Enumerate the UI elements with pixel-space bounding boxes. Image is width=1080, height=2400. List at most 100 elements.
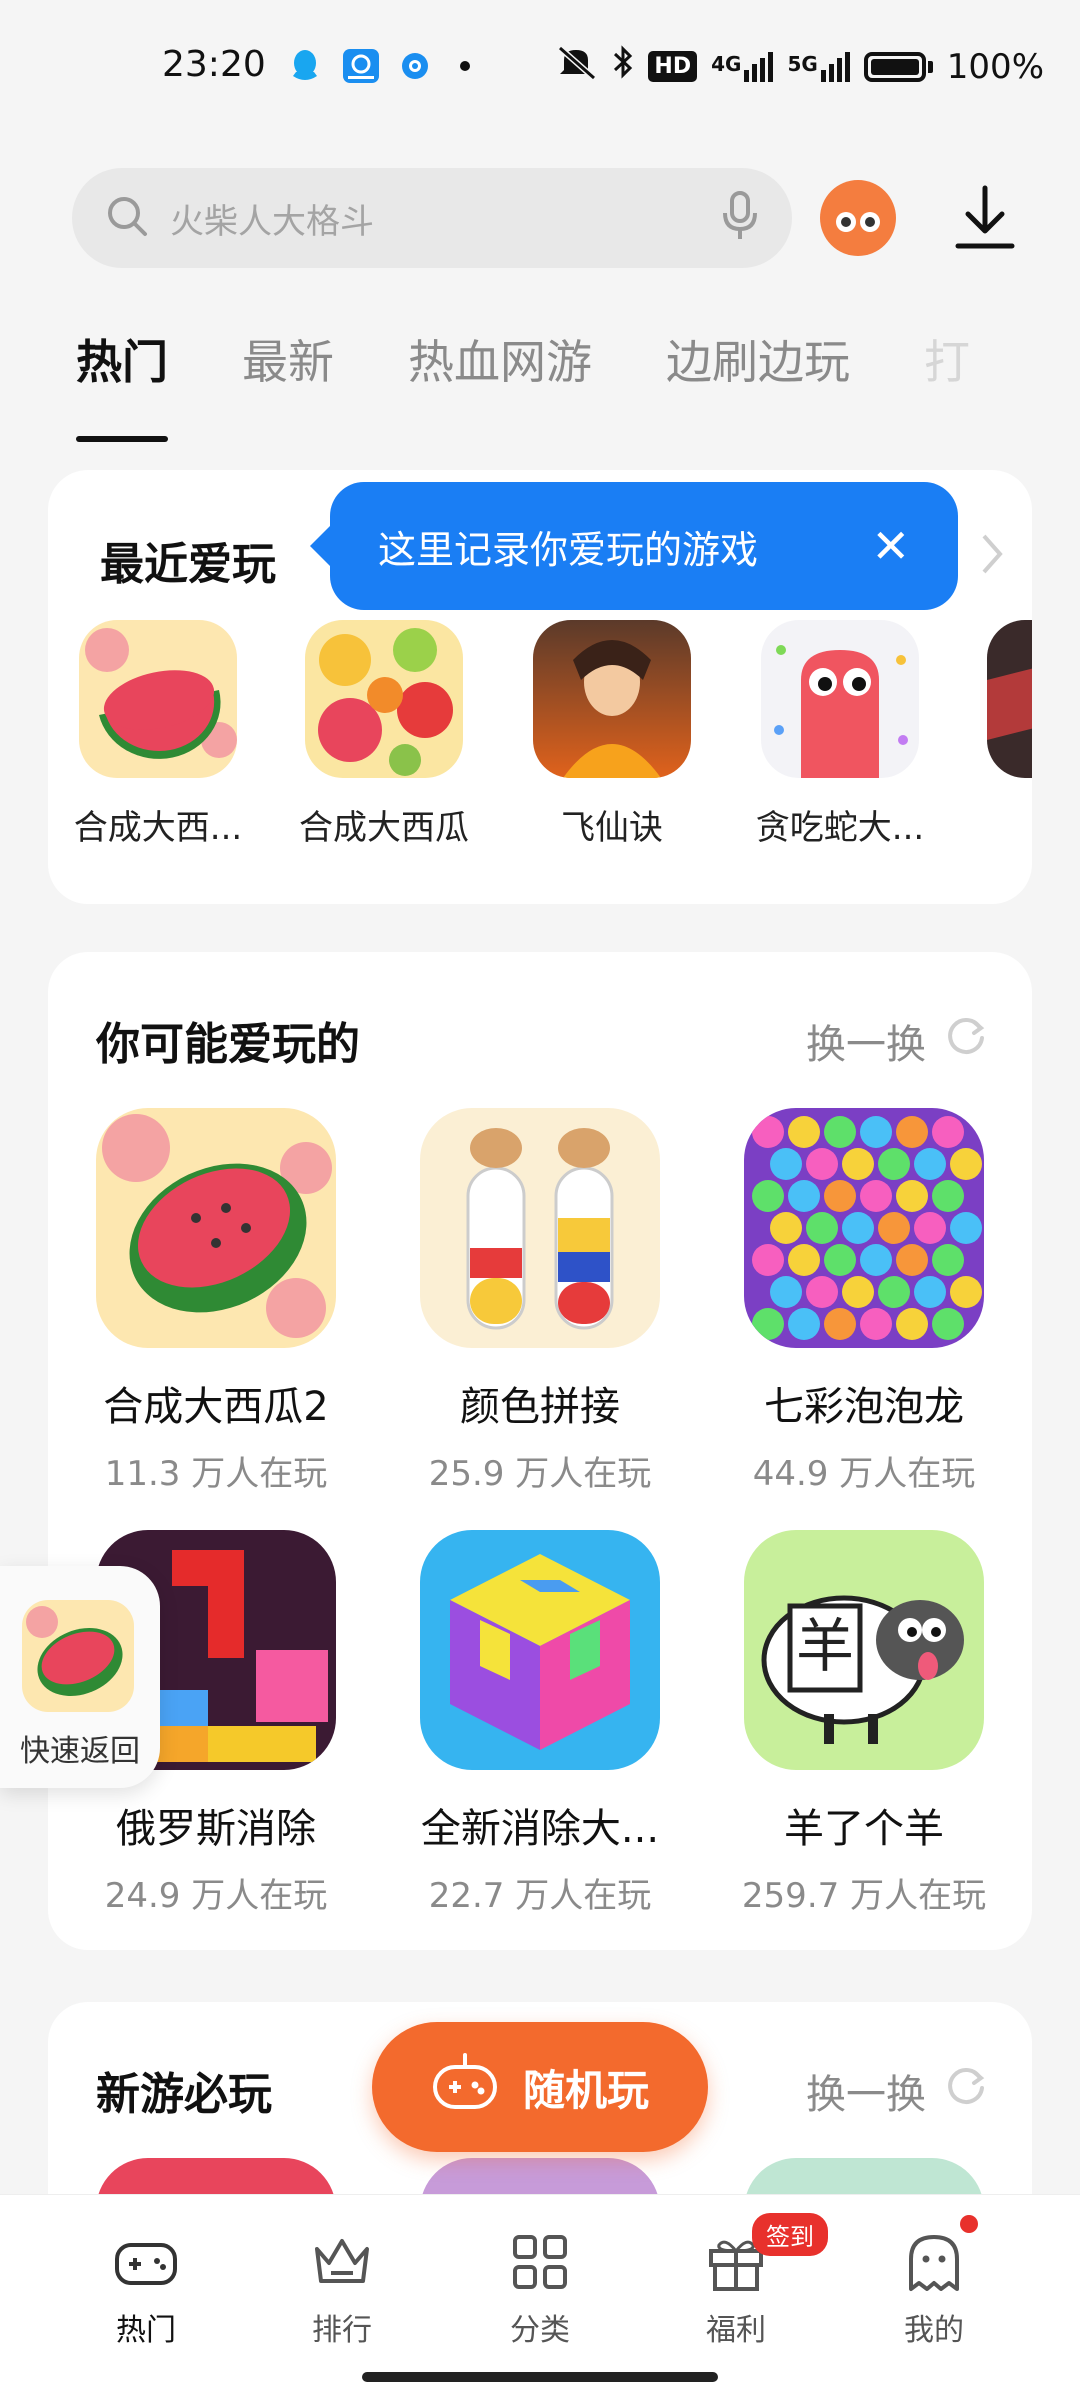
recent-item-label: 合成大西... <box>73 808 243 848</box>
tab-casual[interactable]: 边刷边玩 <box>666 326 850 392</box>
recent-item-label: 合成大西瓜 <box>299 808 469 848</box>
recent-item[interactable]: 合成大西... <box>58 620 258 849</box>
mute-icon <box>556 44 598 89</box>
recent-item-label: 剑 <box>966 800 1032 849</box>
hd-icon: HD <box>648 51 698 82</box>
notification-dot <box>960 2215 978 2233</box>
battery-percent: 100% <box>946 46 1044 87</box>
game-name: 颜色拼接 <box>460 1384 620 1430</box>
network-4g-label: 4G <box>711 51 742 76</box>
tooltip-text: 这里记录你爱玩的游戏 <box>378 527 759 572</box>
nav-profile[interactable]: 我的 <box>864 2227 1004 2349</box>
recommend-card: 你可能爱玩的 换一换 合成大西瓜2 11.3 万人在玩 颜色拼接 25.9 万人… <box>48 952 1032 1950</box>
tab-newest[interactable]: 最新 <box>242 326 334 392</box>
system-icons: HD 4G 5G 100% <box>556 44 1044 89</box>
nav-ranking[interactable]: 排行 <box>272 2227 412 2349</box>
more-dot-icon <box>450 51 480 85</box>
game-card[interactable]: 颜色拼接 25.9 万人在玩 <box>390 1108 690 1495</box>
recent-tooltip: 这里记录你爱玩的游戏 ✕ <box>310 482 958 610</box>
game-card[interactable]: 七彩泡泡龙 44.9 万人在玩 <box>714 1108 1014 1495</box>
game-card[interactable]: 全新消除大... 22.7 万人在玩 <box>390 1530 690 1917</box>
ghost-profile-icon <box>899 2227 969 2297</box>
recent-item[interactable]: 贪吃蛇大... <box>740 620 940 849</box>
game-players: 259.7 万人在玩 <box>741 1876 987 1916</box>
refresh-icon <box>944 2064 988 2118</box>
cube-puzzle-icon <box>420 1530 660 1770</box>
game-card[interactable]: 羊 羊了个羊 259.7 万人在玩 <box>714 1530 1014 1917</box>
close-icon[interactable]: ✕ <box>871 519 910 573</box>
microphone-icon[interactable] <box>722 191 758 245</box>
sheep-icon: 羊 <box>744 1530 984 1770</box>
battery-icon <box>863 51 926 82</box>
game-players: 44.9 万人在玩 <box>752 1454 976 1494</box>
game-players: 24.9 万人在玩 <box>104 1876 328 1916</box>
avatar[interactable] <box>820 180 896 256</box>
crown-icon <box>307 2227 377 2297</box>
nav-label: 福利 <box>706 2313 766 2348</box>
status-bar: 23:20 HD 4G 5G 100% <box>0 0 1080 130</box>
network-5g-label: 5G <box>787 51 818 76</box>
game-players: 22.7 万人在玩 <box>428 1876 652 1916</box>
battery-cap <box>927 60 933 73</box>
recent-item-label: 飞仙诀 <box>561 808 663 848</box>
color-sort-icon <box>420 1108 660 1348</box>
nav-label: 热门 <box>116 2313 176 2348</box>
nav-label: 分类 <box>510 2313 570 2348</box>
checkin-badge: 签到 <box>752 2213 828 2256</box>
recent-item[interactable]: 飞仙诀 <box>512 620 712 849</box>
watermelon-icon <box>79 620 237 778</box>
snake-icon <box>761 620 919 778</box>
recent-list: 合成大西... 合成大西瓜 飞仙诀 贪吃蛇大... 剑 <box>48 620 1032 870</box>
game-name: 羊了个羊 <box>784 1806 944 1852</box>
refresh-button[interactable]: 换一换 <box>806 2062 988 2120</box>
search-bar[interactable]: 火柴人大格斗 <box>72 168 792 268</box>
recommend-title: 你可能爱玩的 <box>96 1019 360 1070</box>
nav-hot[interactable]: 热门 <box>76 2227 216 2349</box>
app-notify-icon <box>342 48 380 88</box>
signal-5g-icon: 5G <box>787 51 850 82</box>
avatar-eye-left <box>836 212 856 232</box>
refresh-label: 换一换 <box>806 1022 926 1068</box>
bubble-shooter-icon <box>744 1108 984 1348</box>
game-name: 俄罗斯消除 <box>116 1806 316 1852</box>
fruit-merge-icon <box>305 620 463 778</box>
quick-back-label: 快速返回 <box>20 1734 140 1769</box>
quick-back-button[interactable]: 快速返回 <box>0 1566 160 1788</box>
game-card[interactable]: 合成大西瓜2 11.3 万人在玩 <box>66 1108 366 1495</box>
nav-category[interactable]: 分类 <box>470 2227 610 2349</box>
tab-hot[interactable]: 热门 <box>76 326 168 442</box>
notification-icons <box>288 48 480 88</box>
chevron-right-icon[interactable] <box>980 532 1004 580</box>
tab-online[interactable]: 热血网游 <box>408 326 592 392</box>
signal-4g-icon: 4G <box>711 51 774 82</box>
tab-more[interactable]: 打 <box>924 326 970 392</box>
gamepad-icon <box>431 2053 499 2121</box>
new-games-title: 新游必玩 <box>96 2069 272 2120</box>
bluetooth-icon <box>612 44 634 89</box>
recent-item[interactable]: 剑 <box>966 620 1032 849</box>
xianxia-hero-icon <box>533 620 691 778</box>
refresh-button[interactable]: 换一换 <box>806 1012 988 1070</box>
random-play-label: 随机玩 <box>522 2065 649 2115</box>
search-icon <box>106 195 148 241</box>
watermelon-icon <box>22 1600 134 1712</box>
gamepad-icon <box>111 2227 181 2297</box>
recent-item[interactable]: 合成大西瓜 <box>284 620 484 849</box>
game-players: 25.9 万人在玩 <box>428 1454 652 1494</box>
home-indicator[interactable] <box>362 2372 718 2382</box>
bottom-nav: 热门 排行 分类 福利 我的 签到 <box>0 2194 1080 2400</box>
random-play-button[interactable]: 随机玩 <box>372 2022 708 2152</box>
recent-title: 最近爱玩 <box>100 539 276 590</box>
grid-icon <box>505 2227 575 2297</box>
game-name: 合成大西瓜2 <box>103 1384 329 1430</box>
game-players: 11.3 万人在玩 <box>104 1454 328 1494</box>
nav-label: 排行 <box>312 2313 372 2348</box>
recent-item-label: 贪吃蛇大... <box>755 808 925 848</box>
qq-icon <box>288 48 322 88</box>
refresh-icon <box>944 1014 988 1068</box>
search-placeholder: 火柴人大格斗 <box>170 201 374 242</box>
watermelon-2-icon <box>96 1108 336 1348</box>
avatar-eye-right <box>860 212 880 232</box>
circle-app-icon <box>400 51 430 85</box>
download-icon[interactable] <box>950 180 1020 256</box>
